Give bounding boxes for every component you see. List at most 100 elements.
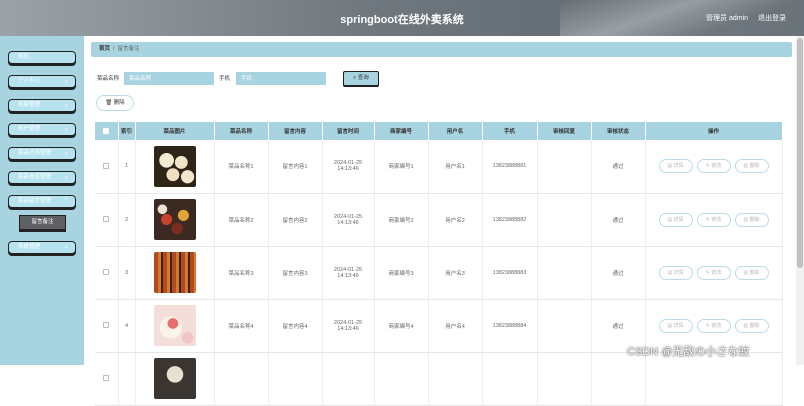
logout-link[interactable]: 退出登录 xyxy=(758,13,786,23)
detail-label: 详情 xyxy=(673,322,684,329)
detail-icon: ▤ xyxy=(667,163,673,170)
detail-label: 详情 xyxy=(673,216,684,223)
scrollbar-thumb[interactable] xyxy=(797,38,803,268)
edit-button[interactable]: ✎ 修改 xyxy=(696,212,731,227)
sidebar-item-merchants[interactable]: 商家管理 ⌄ xyxy=(8,99,76,112)
username: 用户名4 xyxy=(445,323,465,330)
sidebar-item-label: 系统管理 xyxy=(18,244,41,250)
chevron-down-icon: ⌄ xyxy=(63,150,69,156)
edit-icon: ✎ xyxy=(705,216,710,223)
comment-content: 留言内容2 xyxy=(282,217,308,224)
detail-button[interactable]: ▤ 详情 xyxy=(658,318,693,333)
row-checkbox[interactable] xyxy=(103,269,110,276)
dish-name-label: 菜品名称 xyxy=(97,76,120,82)
select-all-cell[interactable] xyxy=(95,122,119,140)
delete-button[interactable]: ▥ 删除 xyxy=(734,212,769,227)
table-row: 2 菜品名称2 留言内容2 2024-01-25 14:13:46 商家编号2 用户名2 1… xyxy=(95,193,783,247)
edit-button[interactable]: ✎ 修改 xyxy=(696,265,731,280)
edit-label: 修改 xyxy=(711,216,722,223)
sidebar-item-profile[interactable]: 个人中心 ⌄ xyxy=(8,75,76,88)
audit-status: 通过 xyxy=(612,164,624,171)
audit-status: 通过 xyxy=(612,217,624,224)
dish-name: 菜品名称1 xyxy=(228,164,254,171)
batch-delete-button[interactable]: 🗑 删除 xyxy=(96,95,134,111)
detail-button[interactable]: ▤ 详情 xyxy=(658,265,693,280)
trash-icon: ▥ xyxy=(743,216,749,223)
detail-button[interactable]: ▤ 详情 xyxy=(658,159,693,174)
edit-label: 修改 xyxy=(711,163,722,170)
sidebar-item-label: 用户管理 xyxy=(18,126,41,132)
merchant-id: 商家编号3 xyxy=(388,270,414,277)
chevron-down-icon: ⌄ xyxy=(63,102,69,108)
dish-image xyxy=(153,358,196,399)
detail-button[interactable]: ▤ 详情 xyxy=(658,212,693,227)
phone: 13823888881 xyxy=(492,163,527,170)
sidebar-item-users[interactable]: 用户管理 ⌄ xyxy=(8,123,76,136)
sidebar-subitem-comment-notes[interactable]: 留言备注 xyxy=(19,215,66,230)
edit-button[interactable]: ✎ 修改 xyxy=(696,159,731,174)
username: 用户名2 xyxy=(445,217,465,224)
sidebar-item-label: 菜品留言管理 xyxy=(18,198,52,204)
sidebar-item-dish-category[interactable]: 菜品分类管理 ⌄ xyxy=(8,147,76,160)
username: 用户名3 xyxy=(445,270,465,277)
query-button[interactable]: ⌕ 查询 xyxy=(343,71,379,86)
dish-image xyxy=(153,199,196,240)
detail-label: 详情 xyxy=(673,269,684,276)
table-row: 1 菜品名称1 留言内容1 2024-01-25 14:13:46 商家编号1 用户名1 1… xyxy=(95,140,783,194)
delete-button[interactable]: ▥ 删除 xyxy=(734,318,769,333)
phone: 13823888883 xyxy=(492,269,527,276)
sidebar-item-label: 首页 xyxy=(18,54,30,60)
watermark: CSDN @无敌の小さな蚊 xyxy=(627,346,750,358)
sidebar-item-label: 菜品信息管理 xyxy=(18,174,52,180)
username: 用户名1 xyxy=(445,164,465,171)
sidebar-item-label: 菜品分类管理 xyxy=(18,150,52,156)
phone-input[interactable] xyxy=(236,72,326,85)
row-checkbox[interactable] xyxy=(103,216,110,223)
chevron-down-icon: ⌄ xyxy=(63,78,69,84)
audit-status: 通过 xyxy=(612,270,624,277)
comments-table: 索引 菜品图片 菜品名称 留言内容 留言时间 商家编号 用户名 手机 审核回复 … xyxy=(95,122,783,406)
edit-button[interactable]: ✎ 修改 xyxy=(696,318,731,333)
dish-image xyxy=(153,305,196,346)
sidebar-item-dish-comments[interactable]: 菜品留言管理 ⌃ xyxy=(8,195,76,208)
sidebar: 首页 个人中心 ⌄ 商家管理 ⌄ 用户管理 ⌄ 菜品分类管理 ⌄ 菜品信息管理 ⌄ 菜品留… xyxy=(0,36,84,365)
sidebar-item-label: 个人中心 xyxy=(18,78,41,84)
delete-label: 删除 xyxy=(749,163,760,170)
row-checkbox[interactable] xyxy=(103,163,110,170)
sidebar-item-system[interactable]: 系统管理 ⌄ xyxy=(8,241,76,254)
comment-time: 2024-01-25 14:13:46 xyxy=(333,160,363,173)
row-index: 2 xyxy=(124,216,129,223)
dish-name: 菜品名称4 xyxy=(228,323,254,330)
row-checkbox[interactable] xyxy=(103,322,110,329)
breadcrumb-home[interactable]: 首页 xyxy=(99,46,110,52)
detail-icon: ▤ xyxy=(667,269,673,276)
detail-icon: ▤ xyxy=(667,216,673,223)
delete-button[interactable]: ▥ 删除 xyxy=(734,159,769,174)
table-body: 1 菜品名称1 留言内容1 2024-01-25 14:13:46 商家编号1 用户名1 1… xyxy=(95,140,783,406)
sidebar-item-dish-info[interactable]: 菜品信息管理 ⌄ xyxy=(8,171,76,184)
edit-label: 修改 xyxy=(711,322,722,329)
select-all-checkbox[interactable] xyxy=(103,127,110,134)
merchant-id: 商家编号1 xyxy=(388,164,414,171)
comment-time: 2024-01-25 14:13:46 xyxy=(333,266,363,279)
sidebar-item-home[interactable]: 首页 xyxy=(8,51,76,64)
delete-button[interactable]: ▥ 删除 xyxy=(734,265,769,280)
edit-icon: ✎ xyxy=(705,322,710,329)
column-header: 手机 xyxy=(482,122,538,140)
search-icon: ⌕ xyxy=(353,75,357,81)
dish-name-input[interactable] xyxy=(124,72,214,85)
comment-time: 2024-01-25 14:13:46 xyxy=(333,213,363,226)
table-row: 3 菜品名称3 留言内容3 2024-01-25 14:13:46 商家编号3 用户名3 1… xyxy=(95,246,783,300)
row-index: 3 xyxy=(124,269,129,276)
detail-icon: ▤ xyxy=(667,322,673,329)
merchant-id: 商家编号2 xyxy=(388,217,414,224)
chevron-down-icon: ⌄ xyxy=(63,174,69,180)
row-index: 1 xyxy=(124,163,129,170)
edit-label: 修改 xyxy=(711,269,722,276)
row-checkbox[interactable] xyxy=(103,375,110,382)
column-header: 留言内容 xyxy=(268,122,323,140)
column-header: 商家编号 xyxy=(374,122,429,140)
breadcrumb-separator: / xyxy=(113,46,115,52)
search-bar: 菜品名称 手机 ⌕ 查询 xyxy=(97,71,497,86)
comment-content: 留言内容1 xyxy=(282,164,308,171)
